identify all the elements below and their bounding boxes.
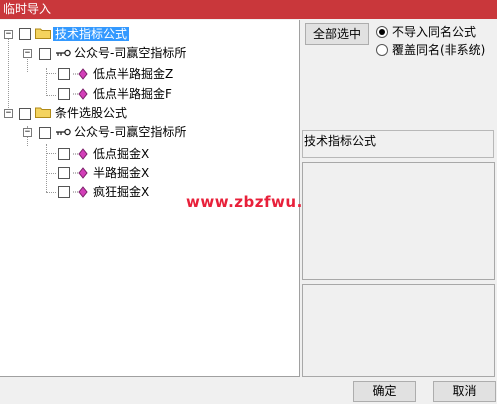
node-checkbox[interactable] <box>19 28 31 40</box>
node-checkbox[interactable] <box>58 88 70 100</box>
collapse-icon[interactable]: − <box>4 109 13 118</box>
folder-icon <box>35 28 51 39</box>
tree-node-formula[interactable]: 低点掘金X <box>0 145 300 163</box>
tree-node-label[interactable]: 低点掘金X <box>91 147 151 161</box>
formula-diamond-icon <box>73 88 88 100</box>
key-icon <box>56 128 71 136</box>
window-title-bar: 临时导入 <box>0 0 497 19</box>
tree-node-tech-formula[interactable]: − 技术指标公式 <box>0 25 300 43</box>
node-checkbox[interactable] <box>39 127 51 139</box>
node-checkbox[interactable] <box>39 48 51 60</box>
tree-node-formula[interactable]: 半路掘金X <box>0 164 300 182</box>
node-checkbox[interactable] <box>58 148 70 160</box>
cancel-button[interactable]: 取消 <box>433 381 496 402</box>
collapse-icon[interactable]: − <box>4 30 13 39</box>
tree-node-label[interactable]: 公众号-司赢空指标所 <box>72 46 188 60</box>
node-checkbox[interactable] <box>58 167 70 179</box>
radio-label-overwrite-same-name[interactable]: 覆盖同名(非系统) <box>392 43 485 57</box>
key-icon <box>56 49 71 57</box>
ok-button[interactable]: 确定 <box>353 381 416 402</box>
node-checkbox[interactable] <box>58 68 70 80</box>
formula-diamond-icon <box>73 186 88 198</box>
radio-skip-same-name[interactable] <box>376 26 388 38</box>
tree-node-label[interactable]: 低点半路掘金F <box>91 87 174 101</box>
selected-formula-label: 技术指标公式 <box>302 130 494 158</box>
tree-node-label[interactable]: 疯狂掘金X <box>91 185 151 199</box>
formula-diamond-icon <box>73 68 88 80</box>
tree-node-group[interactable]: − 公众号-司赢空指标所 <box>0 44 300 62</box>
node-checkbox[interactable] <box>19 108 31 120</box>
tree-node-label[interactable]: 低点半路掘金Z <box>91 67 175 81</box>
formula-detail-panel <box>302 284 495 377</box>
folder-icon <box>35 107 51 118</box>
window-title: 临时导入 <box>3 2 52 16</box>
select-all-button[interactable]: 全部选中 <box>305 23 369 45</box>
formula-diamond-icon <box>73 148 88 160</box>
tree-node-label[interactable]: 技术指标公式 <box>53 27 130 41</box>
collapse-icon[interactable]: − <box>23 49 32 58</box>
tree-node-label[interactable]: 公众号-司赢空指标所 <box>72 125 188 139</box>
tree-node-formula[interactable]: 低点半路掘金F <box>0 85 300 103</box>
tree-node-label[interactable]: 半路掘金X <box>91 166 151 180</box>
radio-overwrite-same-name[interactable] <box>376 44 388 56</box>
collapse-icon[interactable]: − <box>23 128 32 137</box>
tree-node-formula[interactable]: 低点半路掘金Z <box>0 65 300 83</box>
tree-node-group[interactable]: − 公众号-司赢空指标所 <box>0 123 300 141</box>
tree-node-condition-formula[interactable]: − 条件选股公式 <box>0 104 300 122</box>
formula-description-panel <box>302 162 495 280</box>
node-checkbox[interactable] <box>58 186 70 198</box>
formula-diamond-icon <box>73 167 88 179</box>
radio-label-skip-same-name[interactable]: 不导入同名公式 <box>392 25 476 39</box>
tree-node-label[interactable]: 条件选股公式 <box>53 106 129 120</box>
